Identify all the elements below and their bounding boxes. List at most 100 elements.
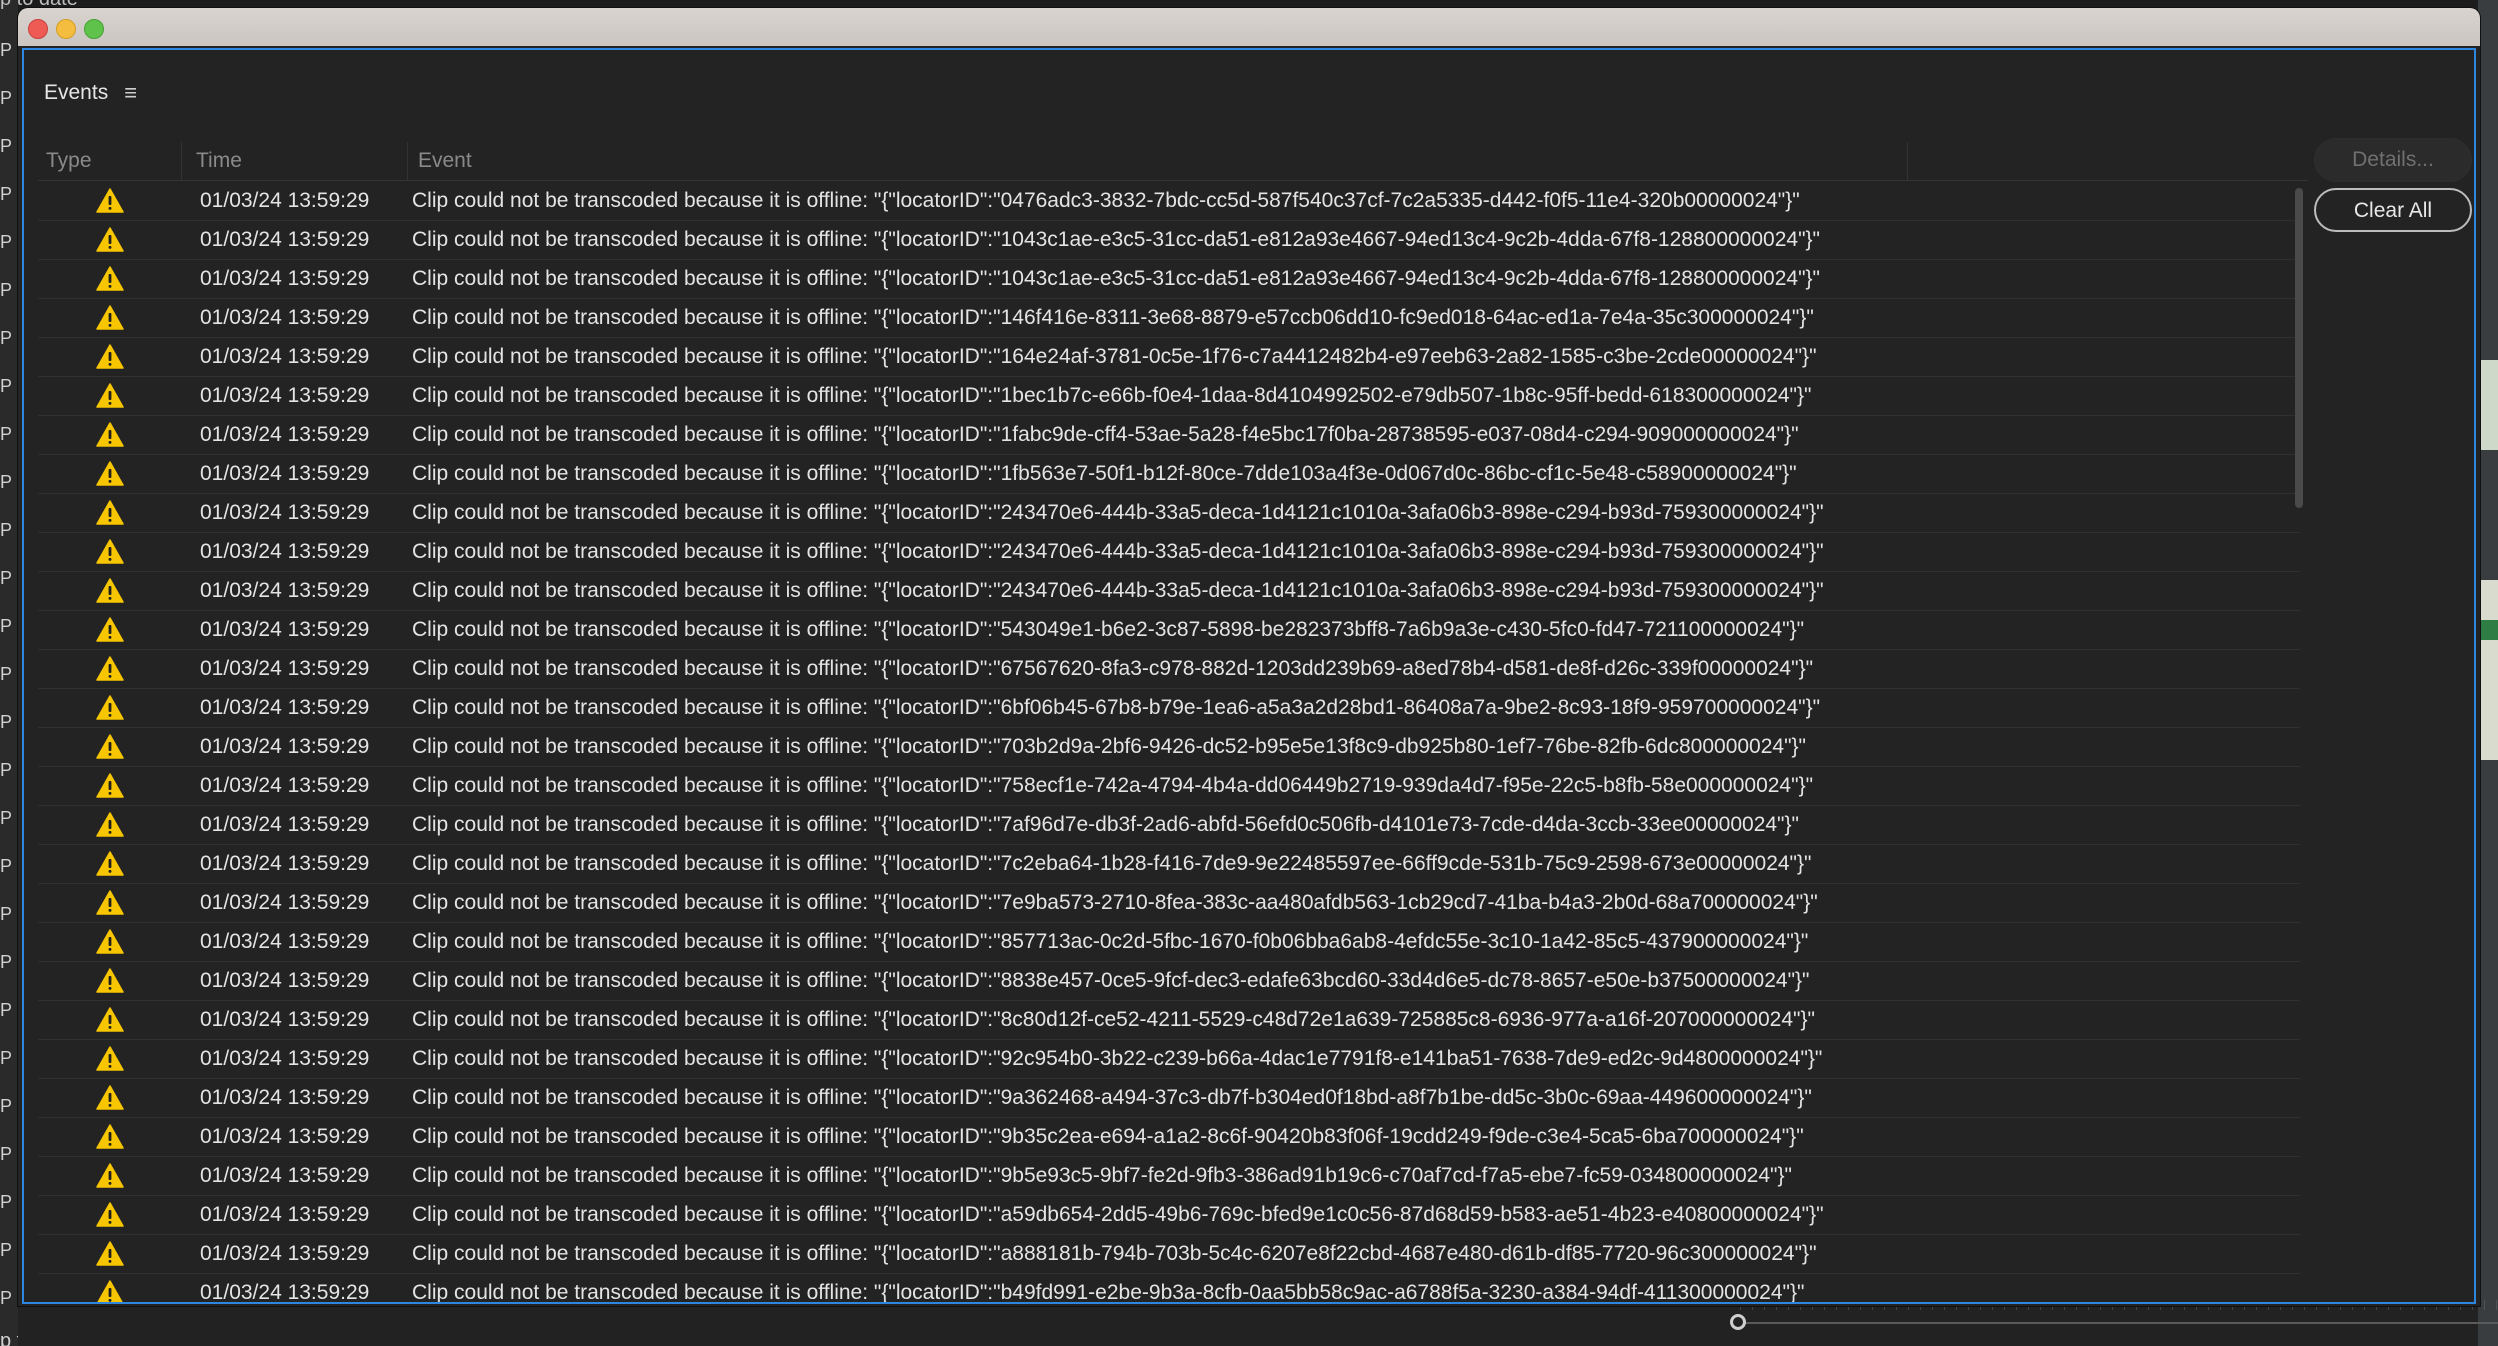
background-side-label: P: [0, 40, 13, 60]
row-event-cell: Clip could not be transcoded because it …: [412, 1242, 1817, 1265]
background-side-label: P: [0, 472, 13, 492]
details-button[interactable]: Details...: [2314, 138, 2472, 182]
table-row[interactable]: 01/03/24 13:59:29 Clip could not be trans…: [38, 1040, 2300, 1079]
table-row[interactable]: 01/03/24 13:59:29 Clip could not be trans…: [38, 767, 2300, 806]
row-type-cell: [38, 1241, 182, 1267]
table-row[interactable]: 01/03/24 13:59:29 Clip could not be trans…: [38, 611, 2300, 650]
table-row[interactable]: 01/03/24 13:59:29 Clip could not be trans…: [38, 1001, 2300, 1040]
table-row[interactable]: 01/03/24 13:59:29 Clip could not be trans…: [38, 1157, 2300, 1196]
row-type-cell: [38, 266, 182, 292]
window-titlebar[interactable]: [18, 8, 2480, 46]
background-side-label: P: [0, 1192, 13, 1212]
table-row[interactable]: 01/03/24 13:59:29 Clip could not be trans…: [38, 260, 2300, 299]
row-type-cell: [38, 890, 182, 916]
table-row[interactable]: 01/03/24 13:59:29 Clip could not be trans…: [38, 1118, 2300, 1157]
clear-all-button[interactable]: Clear All: [2314, 188, 2472, 232]
row-event-cell: Clip could not be transcoded because it …: [412, 579, 1824, 602]
close-window-button[interactable]: [28, 19, 48, 39]
table-row[interactable]: 01/03/24 13:59:29 Clip could not be trans…: [38, 1196, 2300, 1235]
column-header-time[interactable]: Time: [182, 142, 408, 180]
table-row[interactable]: 01/03/24 13:59:29 Clip could not be trans…: [38, 845, 2300, 884]
row-type-cell: [38, 461, 182, 487]
background-side-label: P: [0, 520, 13, 540]
background-thumbnail: [2480, 360, 2498, 450]
zoom-window-button[interactable]: [84, 19, 104, 39]
row-time-cell: 01/03/24 13:59:29: [200, 774, 370, 797]
row-event-cell: Clip could not be transcoded because it …: [412, 267, 1821, 290]
background-timeline-bar: [18, 1306, 2478, 1346]
row-event-cell: Clip could not be transcoded because it …: [412, 1008, 1815, 1031]
row-time-cell: 01/03/24 13:59:29: [200, 384, 370, 407]
table-row[interactable]: 01/03/24 13:59:29 Clip could not be trans…: [38, 1235, 2300, 1274]
table-header: Type Time Event: [38, 142, 2308, 181]
panel-title: Events: [44, 81, 109, 104]
table-row[interactable]: 01/03/24 13:59:29 Clip could not be trans…: [38, 221, 2300, 260]
row-type-cell: [38, 1046, 182, 1072]
warning-triangle-icon: [96, 773, 124, 798]
table-row[interactable]: 01/03/24 13:59:29 Clip could not be trans…: [38, 494, 2300, 533]
table-row[interactable]: 01/03/24 13:59:29 Clip could not be trans…: [38, 1274, 2300, 1302]
table-row[interactable]: 01/03/24 13:59:29 Clip could not be trans…: [38, 650, 2300, 689]
table-row[interactable]: 01/03/24 13:59:29 Clip could not be trans…: [38, 728, 2300, 767]
table-row[interactable]: 01/03/24 13:59:29 Clip could not be trans…: [38, 962, 2300, 1001]
row-event-cell: Clip could not be transcoded because it …: [412, 189, 1800, 212]
row-time-cell: 01/03/24 13:59:29: [200, 1164, 370, 1187]
table-row[interactable]: 01/03/24 13:59:29 Clip could not be trans…: [38, 377, 2300, 416]
warning-triangle-icon: [96, 656, 124, 681]
table-row[interactable]: 01/03/24 13:59:29 Clip could not be trans…: [38, 689, 2300, 728]
warning-triangle-icon: [96, 812, 124, 837]
row-time-cell: 01/03/24 13:59:29: [200, 618, 370, 641]
table-row[interactable]: 01/03/24 13:59:29 Clip could not be trans…: [38, 923, 2300, 962]
warning-triangle-icon: [96, 422, 124, 447]
table-row[interactable]: 01/03/24 13:59:29 Clip could not be trans…: [38, 338, 2300, 377]
table-row[interactable]: 01/03/24 13:59:29 Clip could not be trans…: [38, 182, 2300, 221]
row-event-cell: Clip could not be transcoded because it …: [412, 345, 1817, 368]
scrollbar-thumb[interactable]: [2295, 188, 2303, 508]
row-event-cell: Clip could not be transcoded because it …: [412, 969, 1810, 992]
table-row[interactable]: 01/03/24 13:59:29 Clip could not be trans…: [38, 416, 2300, 455]
row-time-cell: 01/03/24 13:59:29: [200, 1008, 370, 1031]
table-vertical-scrollbar[interactable]: [2292, 182, 2306, 1302]
row-type-cell: [38, 1124, 182, 1150]
row-time-cell: 01/03/24 13:59:29: [200, 891, 370, 914]
table-row[interactable]: 01/03/24 13:59:29 Clip could not be trans…: [38, 1079, 2300, 1118]
warning-triangle-icon: [96, 188, 124, 213]
background-side-label: P: [0, 808, 13, 828]
warning-triangle-icon: [96, 1163, 124, 1188]
background-side-label: P: [0, 1096, 13, 1116]
warning-triangle-icon: [96, 1241, 124, 1266]
background-side-label: P: [0, 1048, 13, 1068]
warning-triangle-icon: [96, 1046, 124, 1071]
row-event-cell: Clip could not be transcoded because it …: [412, 384, 1812, 407]
row-event-cell: Clip could not be transcoded because it …: [412, 1047, 1823, 1070]
background-side-label: P: [0, 1240, 13, 1260]
row-event-cell: Clip could not be transcoded because it …: [412, 735, 1807, 758]
hamburger-menu-icon[interactable]: ≡: [124, 82, 137, 104]
table-row[interactable]: 01/03/24 13:59:29 Clip could not be trans…: [38, 299, 2300, 338]
row-type-cell: [38, 851, 182, 877]
warning-triangle-icon: [96, 266, 124, 291]
row-event-cell: Clip could not be transcoded because it …: [412, 657, 1814, 680]
column-header-event[interactable]: Event: [408, 142, 1908, 180]
table-row[interactable]: 01/03/24 13:59:29 Clip could not be trans…: [38, 884, 2300, 923]
column-header-type[interactable]: Type: [38, 142, 182, 180]
row-type-cell: [38, 578, 182, 604]
table-row[interactable]: 01/03/24 13:59:29 Clip could not be trans…: [38, 572, 2300, 611]
background-side-label: P: [0, 88, 13, 108]
table-row[interactable]: 01/03/24 13:59:29 Clip could not be trans…: [38, 533, 2300, 572]
row-type-cell: [38, 773, 182, 799]
background-playhead-knob[interactable]: [1730, 1314, 1746, 1330]
row-type-cell: [38, 812, 182, 838]
side-button-group: Details... Clear All: [2314, 138, 2474, 238]
warning-triangle-icon: [96, 500, 124, 525]
row-type-cell: [38, 968, 182, 994]
row-event-cell: Clip could not be transcoded because it …: [412, 540, 1824, 563]
row-type-cell: [38, 500, 182, 526]
minimize-window-button[interactable]: [56, 19, 76, 39]
table-row[interactable]: 01/03/24 13:59:29 Clip could not be trans…: [38, 806, 2300, 845]
row-time-cell: 01/03/24 13:59:29: [200, 1086, 370, 1109]
background-side-label: P: [0, 568, 13, 588]
row-type-cell: [38, 305, 182, 331]
table-row[interactable]: 01/03/24 13:59:29 Clip could not be trans…: [38, 455, 2300, 494]
warning-triangle-icon: [96, 461, 124, 486]
